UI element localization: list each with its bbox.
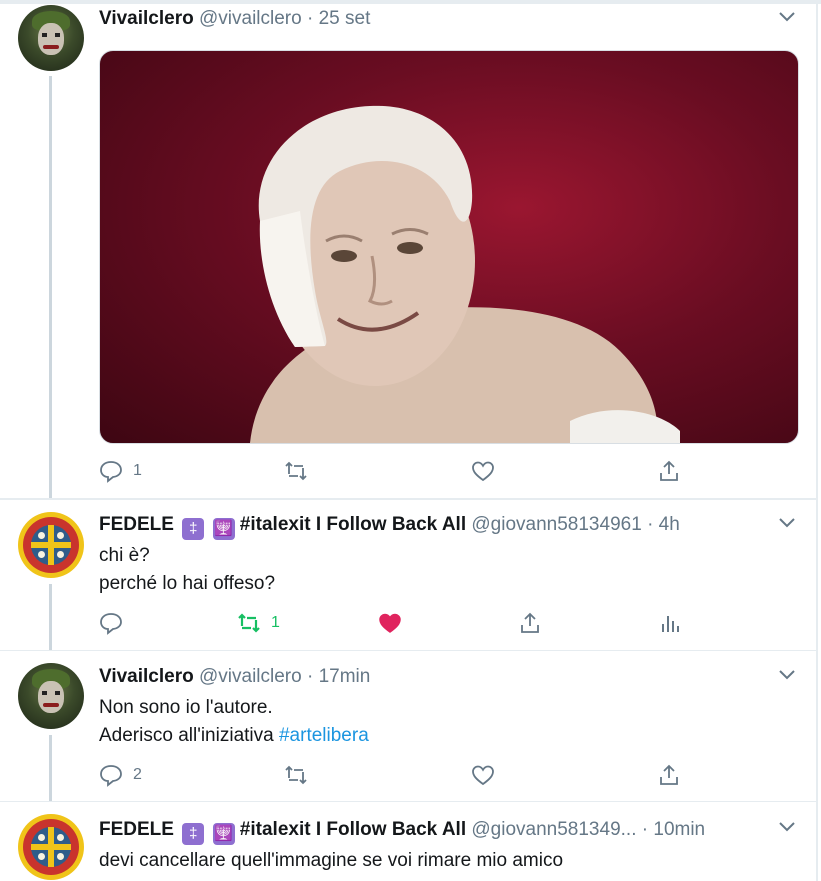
display-name[interactable]: FEDELE (99, 819, 174, 840)
share-button[interactable] (657, 760, 681, 790)
tweet-text-line: perché lo hai offeso? (99, 573, 276, 594)
retweet-icon (285, 461, 307, 481)
tweet-header: FEDELE ‡ 🕎 #italexit I Follow Back All @… (99, 819, 705, 845)
like-button[interactable] (471, 760, 495, 790)
avatar[interactable] (18, 5, 84, 71)
tweet-header: Vivailclero @vivailclero · 17min (99, 666, 370, 688)
chevron-down-icon[interactable] (778, 514, 796, 532)
separator: · (306, 666, 314, 687)
tweet-actions: 2 (99, 760, 799, 790)
like-button[interactable] (378, 608, 402, 638)
analytics-button[interactable] (658, 608, 682, 638)
reply-count: 1 (133, 462, 142, 479)
like-button[interactable] (471, 456, 495, 486)
reply-icon (100, 765, 122, 787)
avatar[interactable] (18, 512, 84, 578)
timestamp[interactable]: 17min (319, 666, 371, 687)
timestamp[interactable]: 10min (653, 819, 705, 840)
share-icon (660, 460, 678, 481)
heart-icon (472, 765, 494, 786)
tweet-text-line: chi è? (99, 545, 150, 566)
retweet-icon (285, 765, 307, 785)
chevron-down-icon[interactable] (778, 8, 796, 26)
user-handle[interactable]: @giovann58134961 (471, 514, 641, 535)
orthodox-cross-icon: ‡ (182, 823, 205, 845)
reply-icon (100, 461, 122, 483)
reply-button[interactable]: 2 (99, 760, 142, 790)
reply-count: 2 (133, 766, 142, 783)
tweet-header: FEDELE ‡ 🕎 #italexit I Follow Back All @… (99, 514, 680, 540)
share-button[interactable] (518, 608, 542, 638)
thread-line (49, 735, 52, 801)
display-name-suffix: #italexit I Follow Back All (239, 819, 467, 840)
tweet-4[interactable]: FEDELE ‡ 🕎 #italexit I Follow Back All @… (0, 802, 816, 881)
retweet-button[interactable]: 1 (237, 608, 280, 638)
retweet-button[interactable] (284, 760, 308, 790)
display-name[interactable]: FEDELE (99, 514, 174, 535)
heart-icon (379, 613, 401, 633)
reply-icon (100, 613, 122, 635)
tweet-text-line: Non sono io l'autore. (99, 697, 273, 718)
user-handle[interactable]: @vivailclero (199, 8, 302, 29)
thread-line (49, 584, 52, 650)
separator: · (306, 8, 314, 29)
tweet-image[interactable] (99, 50, 799, 444)
thread-line (49, 76, 52, 498)
display-name-suffix: #italexit I Follow Back All (239, 514, 467, 535)
display-name[interactable]: Vivailclero (99, 666, 194, 687)
retweet-button[interactable] (284, 456, 308, 486)
avatar[interactable] (18, 814, 84, 880)
display-name[interactable]: Vivailclero (99, 8, 194, 29)
separator: · (641, 819, 649, 840)
timestamp[interactable]: 25 set (319, 8, 371, 29)
orthodox-cross-icon: ‡ (182, 518, 205, 540)
tweet-actions: 1 (99, 608, 799, 638)
tweet-text: Non sono io l'autore. Aderisco all'inizi… (99, 694, 369, 750)
tweet-text-line: devi cancellare quell'immagine se voi ri… (99, 850, 564, 871)
tweet-text: devi cancellare quell'immagine se voi ri… (99, 847, 563, 875)
tweet-1[interactable]: Vivailclero @vivailclero · 25 set 1 (0, 0, 816, 498)
menorah-icon: 🕎 (212, 823, 235, 845)
tweet-text: chi è? perché lo hai offeso? (99, 542, 275, 598)
tweet-2[interactable]: FEDELE ‡ 🕎 #italexit I Follow Back All @… (0, 500, 816, 650)
chevron-down-icon[interactable] (778, 818, 796, 836)
avatar[interactable] (18, 663, 84, 729)
reply-button[interactable] (99, 608, 123, 638)
heart-icon (472, 461, 494, 482)
tweet-header: Vivailclero @vivailclero · 25 set (99, 8, 370, 30)
retweet-icon (238, 613, 260, 633)
reply-button[interactable]: 1 (99, 456, 142, 486)
analytics-icon (662, 616, 679, 632)
chevron-down-icon[interactable] (778, 666, 796, 684)
right-border (816, 0, 818, 881)
share-icon (521, 612, 539, 633)
user-handle[interactable]: @giovann581349... (471, 819, 636, 840)
share-icon (660, 764, 678, 785)
tweet-text-line: Aderisco all'iniziativa (99, 725, 274, 746)
tweet-actions: 1 (99, 456, 799, 486)
portrait-image (250, 105, 680, 443)
share-button[interactable] (657, 456, 681, 486)
separator: · (647, 514, 654, 535)
menorah-icon: 🕎 (212, 518, 235, 540)
tweet-3[interactable]: Vivailclero @vivailclero · 17min Non son… (0, 651, 816, 801)
hashtag-link[interactable]: #artelibera (279, 725, 369, 746)
timestamp[interactable]: 4h (659, 514, 680, 535)
retweet-count: 1 (271, 614, 280, 631)
user-handle[interactable]: @vivailclero (199, 666, 302, 687)
